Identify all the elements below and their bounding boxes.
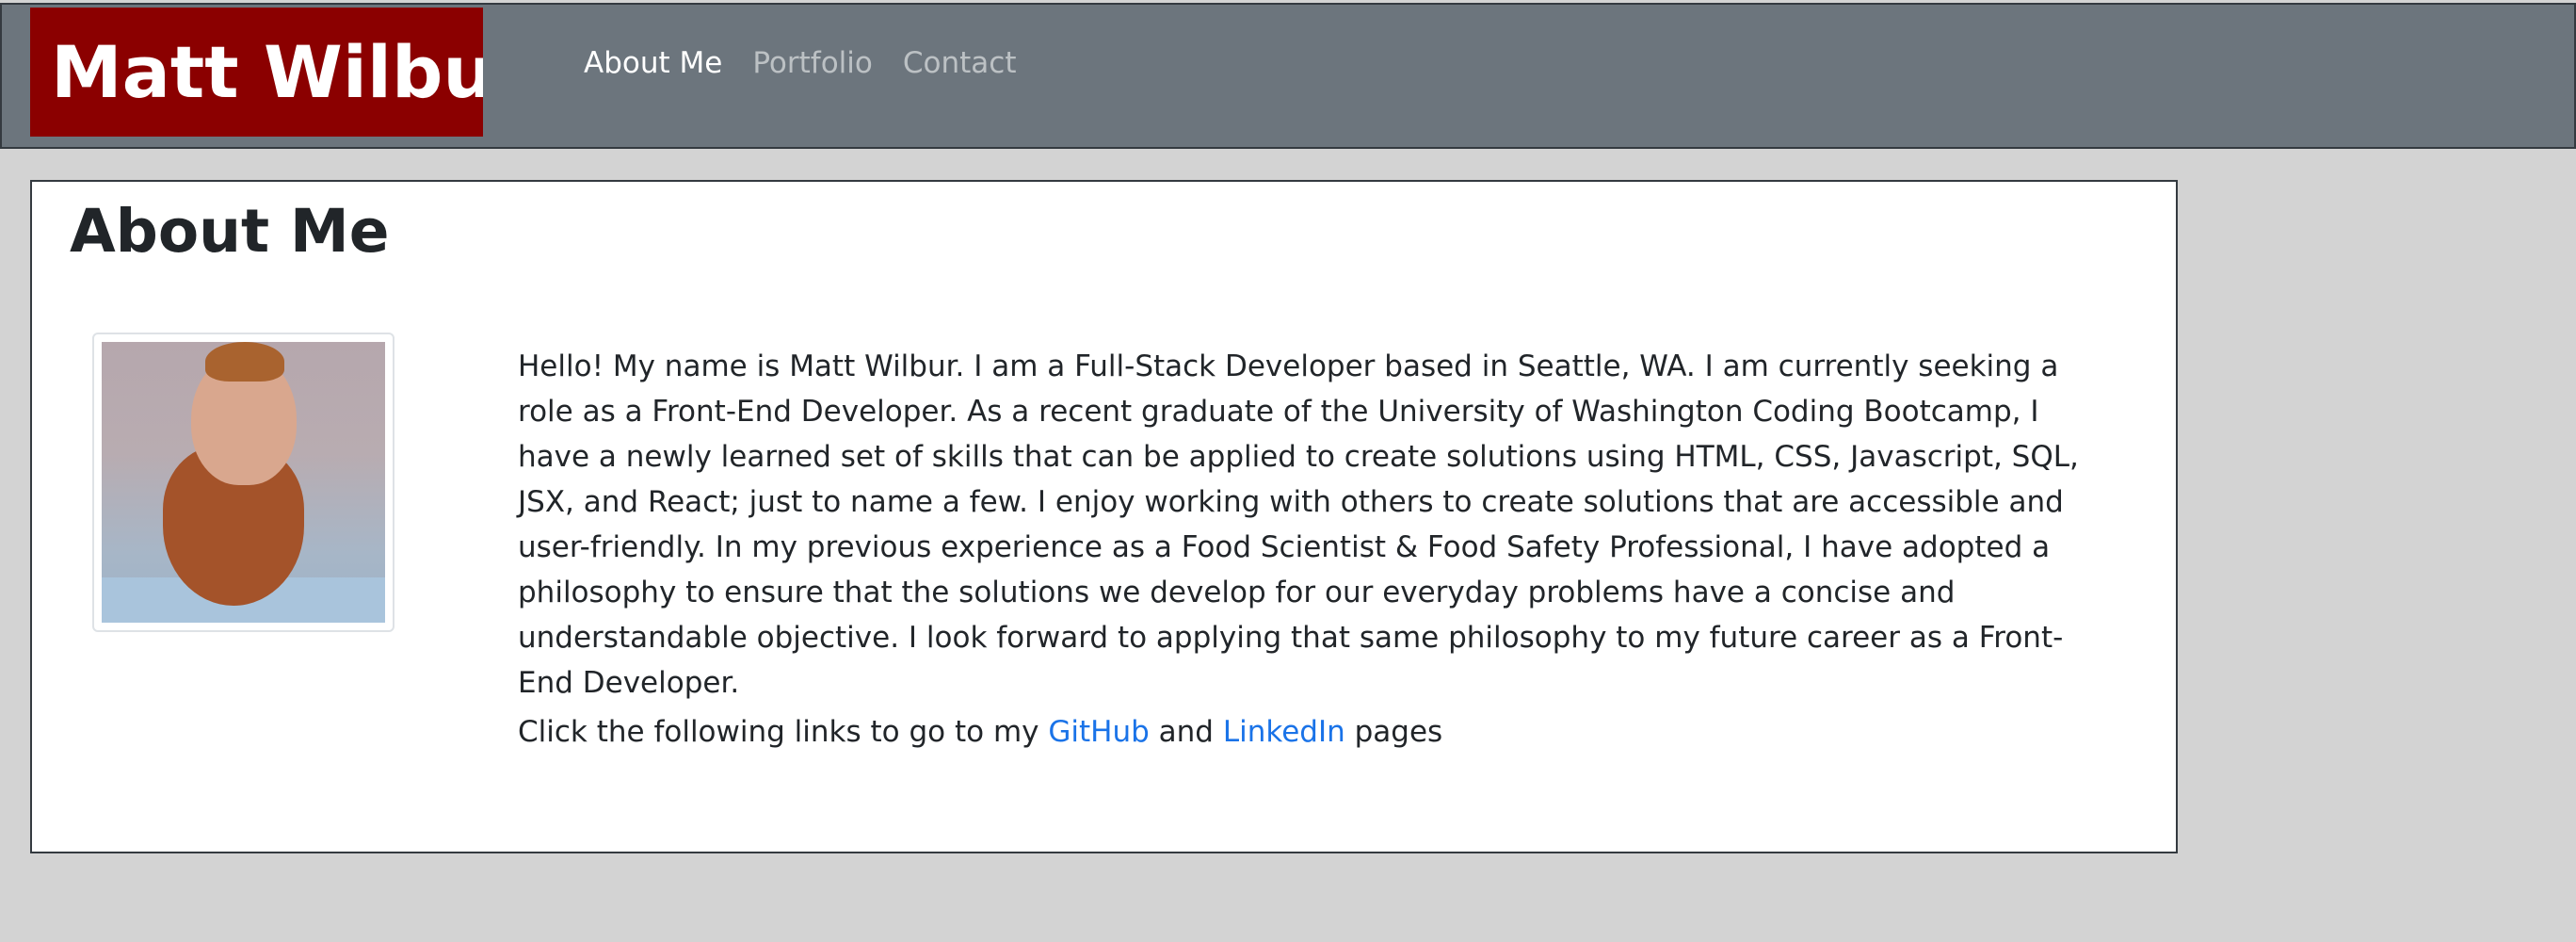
profile-photo-image xyxy=(102,342,385,623)
links-suffix: pages xyxy=(1344,715,1443,749)
nav-link-about-me[interactable]: About Me xyxy=(584,42,722,85)
bio-paragraph: Hello! My name is Matt Wilbur. I am a Fu… xyxy=(518,349,2079,700)
linkedin-link[interactable]: LinkedIn xyxy=(1223,715,1345,749)
nav-link-portfolio[interactable]: Portfolio xyxy=(752,42,873,85)
nav-link-contact[interactable]: Contact xyxy=(903,42,1017,85)
links-and: and xyxy=(1149,715,1223,749)
photo-hair xyxy=(205,342,284,382)
about-card: About Me Hello! My name is Matt Wilbur. … xyxy=(30,180,2178,853)
main-nav: About Me Portfolio Contact xyxy=(584,42,1016,85)
profile-photo xyxy=(92,333,394,632)
brand-logo[interactable]: Matt Wilbur xyxy=(30,8,483,137)
profile-links-line: Click the following links to go to my Gi… xyxy=(518,709,1442,755)
navbar: Matt Wilbur About Me Portfolio Contact xyxy=(0,3,2576,149)
page-title: About Me xyxy=(70,197,390,266)
links-prefix: Click the following links to go to my xyxy=(518,715,1049,749)
github-link[interactable]: GitHub xyxy=(1048,715,1149,749)
